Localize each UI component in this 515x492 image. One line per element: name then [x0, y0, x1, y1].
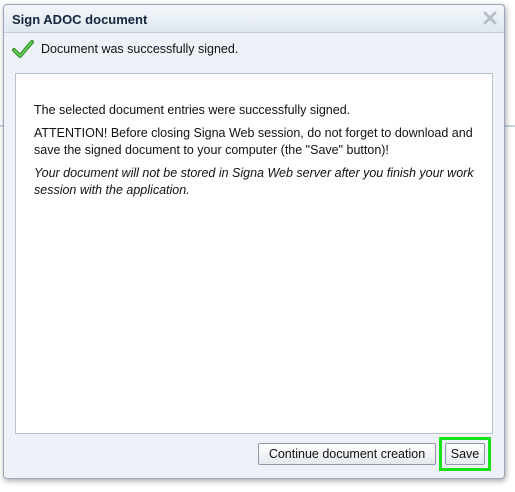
close-icon[interactable]	[482, 10, 498, 26]
message-panel: The selected document entries were succe…	[15, 73, 493, 434]
save-button[interactable]: Save	[445, 443, 485, 465]
continue-document-creation-button[interactable]: Continue document creation	[258, 443, 436, 465]
success-message: The selected document entries were succe…	[34, 103, 351, 117]
checkmark-icon	[12, 40, 34, 58]
dialog-titlebar: Sign ADOC document	[4, 5, 504, 33]
attention-message: ATTENTION! Before closing Signa Web sess…	[34, 126, 473, 157]
storage-note: Your document will not be stored in Sign…	[34, 166, 474, 197]
sign-adoc-dialog: Sign ADOC document Document was successf…	[3, 4, 505, 479]
status-message: Document was successfully signed.	[41, 42, 239, 56]
dialog-title: Sign ADOC document	[12, 12, 148, 27]
